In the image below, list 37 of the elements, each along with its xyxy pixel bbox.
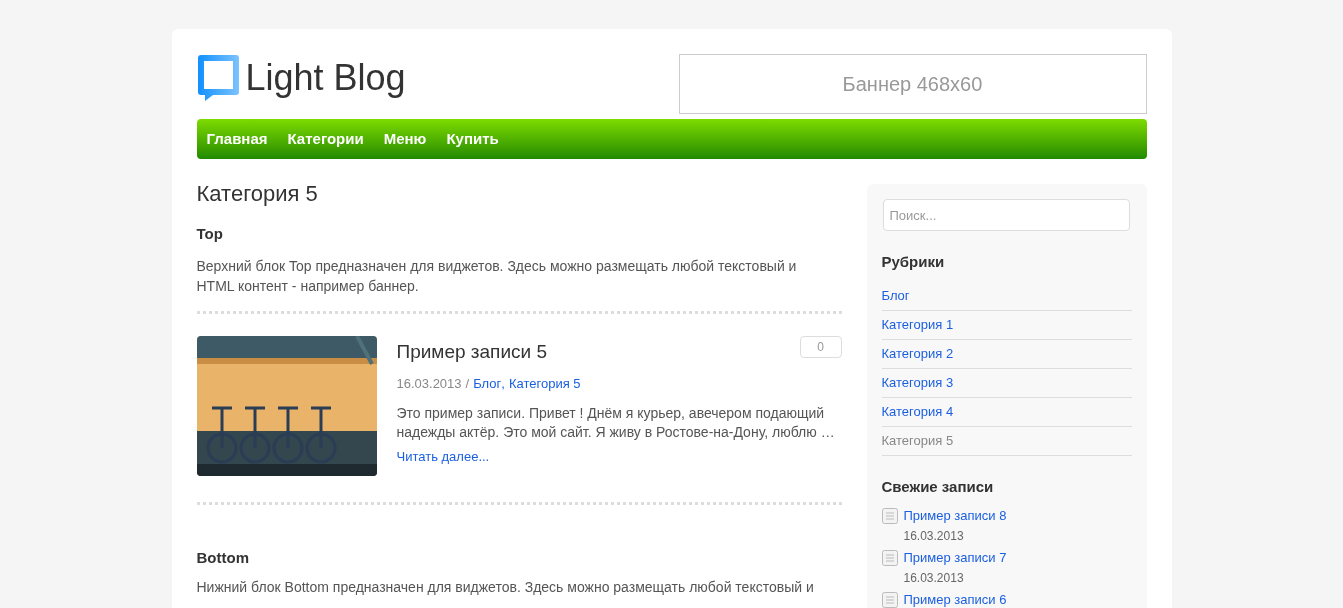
post-date: 16.03.2013	[903, 528, 965, 545]
category-link[interactable]: Категория 3	[881, 368, 1132, 398]
comment-count[interactable]: 0	[799, 335, 842, 358]
category-link[interactable]: Категория 4	[881, 397, 1132, 427]
post-excerpt: Это пример записи. Привет ! Днём я курьер, авечером подающий надежды актёр. Это мой сайт. Я живу в Ростове-на-Дону, люблю …	[396, 403, 836, 442]
post-date: 16.03.2013	[903, 570, 965, 587]
meta-separator: /	[465, 375, 470, 393]
page-title: Категория 5	[196, 181, 319, 207]
category-link[interactable]: Категория 1	[881, 310, 1132, 340]
category-link[interactable]: Блог	[473, 374, 502, 394]
post-date: 16.03.2013	[396, 375, 462, 393]
recent-post-link[interactable]: Пример записи 7	[903, 548, 1007, 568]
category-link[interactable]: Категория 5	[881, 426, 1132, 456]
document-icon	[881, 550, 898, 566]
nav-link[interactable]: Купить	[446, 127, 499, 151]
widget-text: Нижний блок Bottom предназначен для виджетов. Здесь можно размещать любой текстовый и	[196, 579, 815, 596]
banner-placeholder[interactable]: Баннер 468x60	[678, 54, 1147, 114]
recent-post-link[interactable]: Пример записи 8	[903, 506, 1007, 526]
widget-title: Top	[196, 224, 224, 244]
section-title: Свежие записи	[881, 476, 995, 497]
category-link[interactable]: Категория 5	[508, 374, 581, 394]
category-link[interactable]: Блог	[881, 281, 1132, 311]
list-separator: ,	[501, 375, 505, 393]
widget-title: Bottom	[196, 547, 250, 568]
logo-icon	[196, 54, 240, 102]
post-title[interactable]: Пример записи 5	[396, 337, 547, 366]
nav-link[interactable]: Главная	[206, 127, 268, 151]
category-link[interactable]: Категория 2	[881, 339, 1132, 369]
document-icon	[881, 508, 898, 524]
section-title: Рубрики	[881, 252, 946, 272]
nav-link[interactable]: Меню	[383, 127, 427, 151]
widget-text: Верхний блок Top предназначен для виджетов. Здесь можно размещать любой текстовый и HTML контент - например баннер.	[196, 256, 798, 296]
read-more-link[interactable]: Читать далее...	[396, 446, 490, 466]
nav-link[interactable]: Категории	[287, 127, 364, 151]
search-field[interactable]: Поиск...	[882, 199, 1130, 231]
recent-post-link[interactable]: Пример записи 6	[903, 590, 1007, 608]
site-logo[interactable]: Light Blog	[245, 60, 406, 96]
